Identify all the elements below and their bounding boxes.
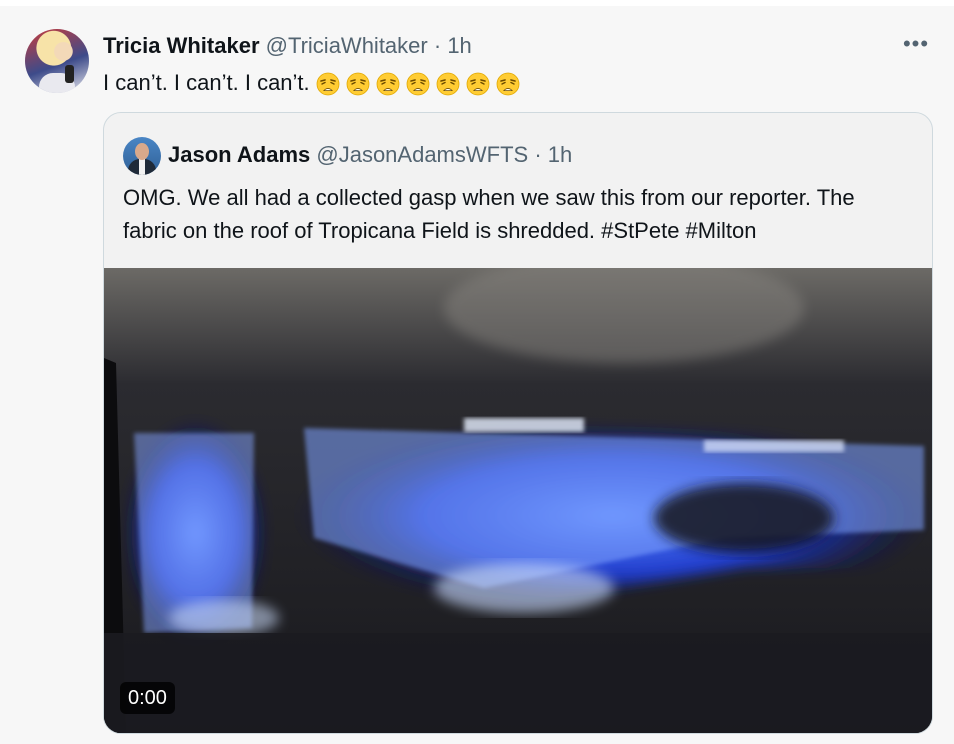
microphone-icon [65,65,74,83]
weary-face-icon [436,72,460,96]
quoted-tweet-time[interactable]: 1h [548,142,572,167]
quoted-meta-separator: · [534,142,542,167]
avatar-shirt [139,159,145,175]
emoji-row [316,69,526,99]
tweet[interactable]: Tricia Whitaker @TriciaWhitaker · 1h •••… [0,6,954,744]
page: Tricia Whitaker @TriciaWhitaker · 1h •••… [0,0,954,744]
meta-separator: · [433,33,442,58]
video-time-badge: 0:00 [120,682,175,714]
weary-face-icon [406,72,430,96]
quoted-tweet-header: Jason Adams @JasonAdamsWFTS · 1h [168,140,572,170]
weary-face-icon [496,72,520,96]
author-avatar[interactable] [25,29,89,93]
tweet-text-content: I can’t. I can’t. I can’t. [103,70,310,95]
weary-face-icon [466,72,490,96]
author-name[interactable]: Tricia Whitaker [103,33,260,58]
tweet-header: Tricia Whitaker @TriciaWhitaker · 1h [103,32,472,60]
weary-face-icon [346,72,370,96]
weary-face-icon [376,72,400,96]
quoted-author-name[interactable]: Jason Adams [168,142,310,167]
quoted-author-handle[interactable]: @JasonAdamsWFTS [316,142,528,167]
quoted-tweet-text: OMG. We all had a collected gasp when we… [123,185,855,243]
avatar-face [135,143,149,160]
quoted-tweet[interactable]: Jason Adams @JasonAdamsWFTS · 1h OMG. We… [103,112,933,734]
more-options-icon[interactable]: ••• [900,28,932,60]
quoted-author-avatar[interactable] [123,137,161,175]
author-handle[interactable]: @TriciaWhitaker [266,33,428,58]
weary-face-icon [316,72,340,96]
tweet-time[interactable]: 1h [447,33,471,58]
tweet-text: I can’t. I can’t. I can’t. [103,68,526,99]
video-frame [104,268,932,733]
video-player[interactable]: 0:00 [104,268,932,733]
